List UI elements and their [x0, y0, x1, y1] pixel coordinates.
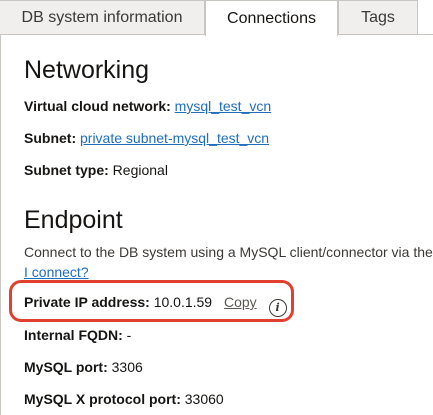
subnet-label: Subnet: — [24, 130, 77, 146]
mysql-port-row: MySQL port: 3306 — [24, 358, 143, 376]
copy-ip-link[interactable]: Copy — [224, 294, 257, 310]
how-connect-row: I connect? — [24, 263, 89, 281]
vcn-link[interactable]: mysql_test_vcn — [175, 98, 271, 114]
subnet-type-row: Subnet type: Regional — [24, 161, 168, 179]
vcn-row: Virtual cloud network: mysql_test_vcn — [24, 97, 271, 115]
subnet-row: Subnet: private subnet-mysql_test_vcn — [24, 129, 269, 147]
fqdn-label: Internal FQDN: — [24, 327, 123, 343]
tab-db-system-information[interactable]: DB system information — [0, 0, 205, 34]
subnet-type-label: Subnet type: — [24, 162, 109, 178]
private-ip-value: 10.0.1.59 — [153, 294, 213, 310]
how-connect-link[interactable]: I connect? — [24, 264, 89, 280]
subnet-type-value: Regional — [112, 162, 168, 178]
x-port-row: MySQL X protocol port: 33060 — [24, 390, 224, 408]
subnet-link[interactable]: private subnet-mysql_test_vcn — [80, 130, 269, 146]
mysql-port-label: MySQL port: — [24, 359, 108, 375]
fqdn-row: Internal FQDN: - — [24, 326, 131, 344]
x-port-label: MySQL X protocol port: — [24, 391, 181, 407]
tab-tags[interactable]: Tags — [338, 0, 418, 34]
connections-page: DB system information Connections Tags N… — [0, 0, 433, 415]
mysql-port-value: 3306 — [111, 359, 143, 375]
endpoint-description: Connect to the DB system using a MySQL c… — [24, 244, 433, 260]
networking-heading: Networking — [24, 56, 150, 84]
private-ip-row: Private IP address: 10.0.1.59 Copy i — [24, 293, 287, 317]
tab-connections[interactable]: Connections — [205, 0, 338, 36]
vcn-label: Virtual cloud network: — [24, 98, 171, 114]
fqdn-value: - — [126, 327, 132, 343]
tab-bar: DB system information Connections Tags — [0, 0, 433, 36]
x-port-value: 33060 — [184, 391, 224, 407]
endpoint-heading: Endpoint — [24, 206, 123, 234]
info-icon[interactable]: i — [268, 299, 287, 317]
private-ip-label: Private IP address: — [24, 294, 150, 310]
connections-panel: Networking Virtual cloud network: mysql_… — [0, 34, 433, 415]
